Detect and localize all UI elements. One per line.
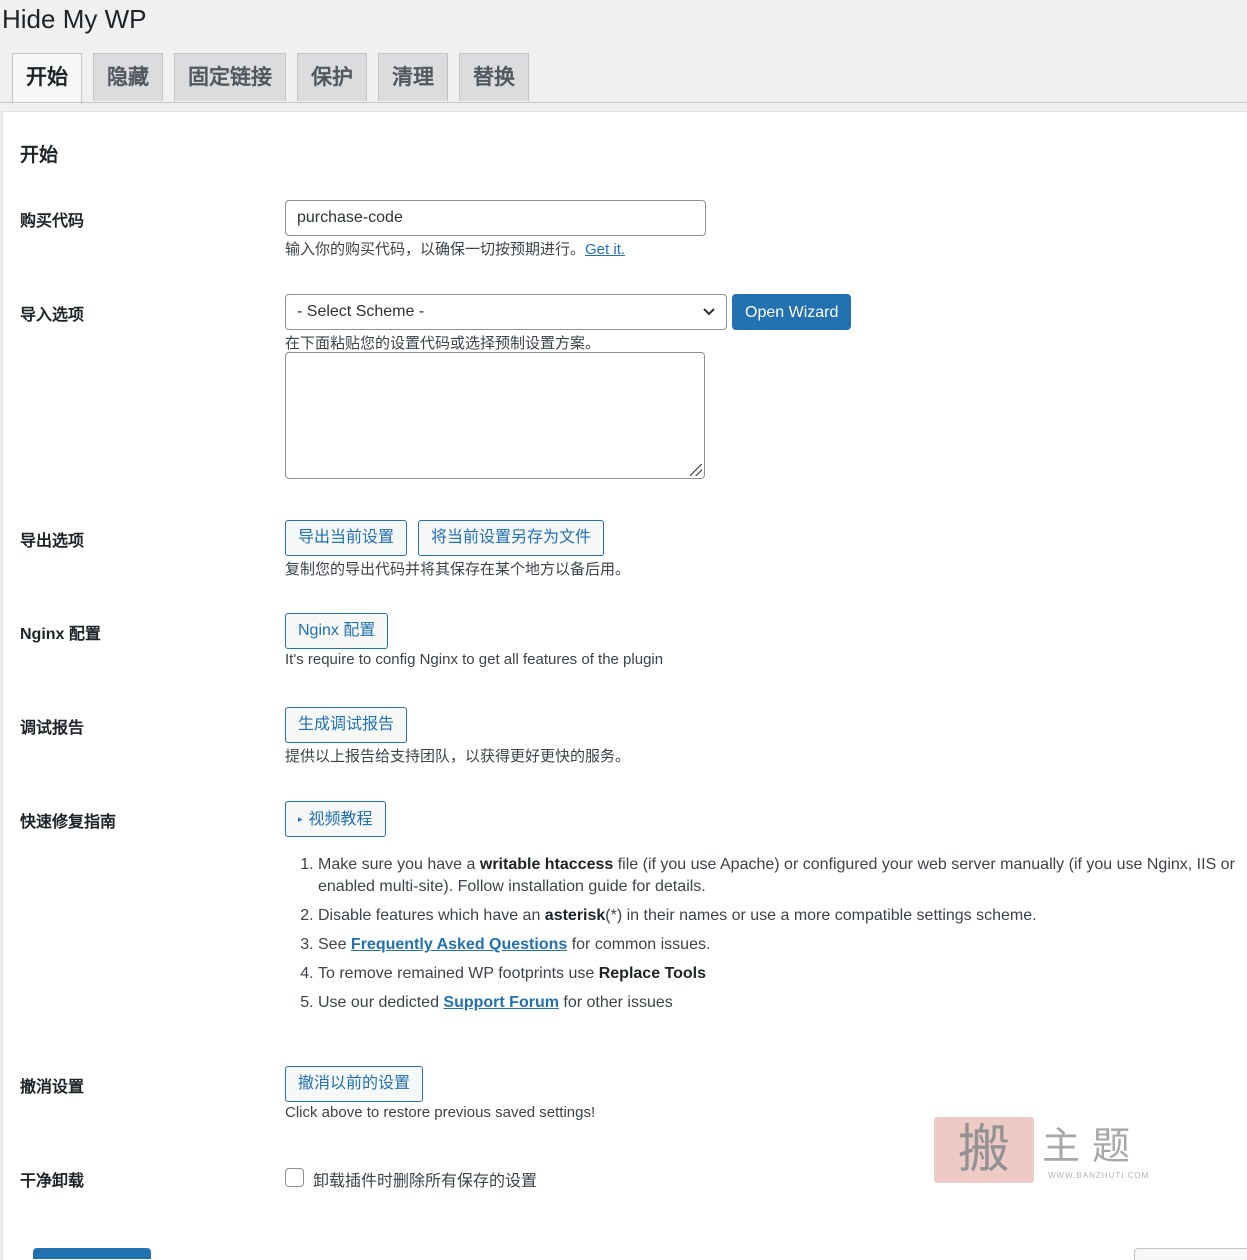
play-triangle-icon: ▸ xyxy=(298,814,303,824)
clean-uninstall-checkbox[interactable] xyxy=(285,1168,304,1187)
tab-cleanup[interactable]: 清理 xyxy=(378,53,448,101)
generate-debug-report-button[interactable]: 生成调试报告 xyxy=(285,707,408,743)
guide-text: Make sure you have a xyxy=(318,856,480,873)
undo-desc: Click above to restore previous saved se… xyxy=(285,1104,596,1121)
uninstall-label: 干净卸载 xyxy=(20,1173,85,1190)
tab-replace[interactable]: 替换 xyxy=(459,53,529,101)
guide-bold: asterisk xyxy=(544,907,606,924)
debug-desc: 提供以上报告给支持团队，以获得更好更快的服务。 xyxy=(285,748,631,765)
quickfix-guide-list: Make sure you have a writable htaccess f… xyxy=(300,854,1247,1021)
guide-text: for other issues xyxy=(558,994,673,1011)
scheme-select[interactable]: - Select Scheme - xyxy=(285,294,727,330)
import-desc: 在下面粘贴您的设置代码或选择预制设置方案。 xyxy=(285,335,601,352)
get-it-link[interactable]: Get it. xyxy=(585,241,625,258)
nginx-desc: It's require to config Nginx to get all … xyxy=(285,651,664,668)
secondary-button[interactable] xyxy=(1134,1248,1247,1260)
undo-label: 撤消设置 xyxy=(20,1079,85,1096)
clean-uninstall-checkbox-label[interactable]: 卸载插件时删除所有保存的设置 xyxy=(313,1167,537,1191)
open-wizard-button[interactable]: Open Wizard xyxy=(732,294,852,330)
guide-text: Use our dedicted xyxy=(318,994,444,1011)
chevron-down-icon xyxy=(702,295,716,341)
nginx-config-button[interactable]: Nginx 配置 xyxy=(285,613,389,649)
tab-permalinks[interactable]: 固定链接 xyxy=(174,53,286,101)
section-title: 开始 xyxy=(20,145,59,166)
watermark-text: 主题 xyxy=(1042,1124,1143,1168)
faq-link[interactable]: Frequently Asked Questions xyxy=(351,936,567,953)
guide-bold: Replace Tools xyxy=(598,965,707,982)
tab-hide[interactable]: 隐藏 xyxy=(93,53,163,101)
export-label: 导出选项 xyxy=(20,533,85,550)
save-settings-file-button[interactable]: 将当前设置另存为文件 xyxy=(418,520,605,556)
save-button[interactable] xyxy=(33,1248,151,1259)
export-desc: 复制您的导出代码并将其保存在某个地方以备后用。 xyxy=(285,561,631,578)
settings-code-textarea[interactable] xyxy=(285,352,705,479)
guide-text: To remove remained WP footprints use xyxy=(318,965,599,982)
guide-item: Use our dedicted Support Forum for other… xyxy=(318,992,1247,1014)
purchase-code-desc-text: 输入你的购买代码，以确保一切按预期进行。 xyxy=(285,241,586,258)
nginx-label: Nginx 配置 xyxy=(20,626,101,643)
tab-divider xyxy=(0,102,1247,103)
support-forum-link[interactable]: Support Forum xyxy=(443,994,559,1011)
quickfix-label: 快速修复指南 xyxy=(20,814,117,831)
tab-protect[interactable]: 保护 xyxy=(297,53,367,101)
tab-start[interactable]: 开始 xyxy=(12,53,82,104)
guide-text: for common issues. xyxy=(567,936,711,953)
purchase-code-desc: 输入你的购买代码，以确保一切按预期进行。Get it. xyxy=(285,238,625,259)
tab-bar: 开始 隐藏 固定链接 保护 清理 替换 xyxy=(12,53,529,104)
export-settings-button[interactable]: 导出当前设置 xyxy=(285,520,408,556)
watermark-logo: 搬 主题 WWW.BANZHUTI.COM xyxy=(934,1115,1164,1185)
guide-text: (*) in their names or use a more compati… xyxy=(605,907,1037,924)
import-label: 导入选项 xyxy=(20,307,85,324)
video-tutorial-label: 视频教程 xyxy=(308,811,373,828)
guide-item: Make sure you have a writable htaccess f… xyxy=(318,854,1247,898)
guide-item: To remove remained WP footprints use Rep… xyxy=(318,963,1247,985)
video-tutorial-button[interactable]: ▸ 视频教程 xyxy=(285,801,386,837)
scheme-select-value: - Select Scheme - xyxy=(297,303,425,320)
watermark-url: WWW.BANZHUTI.COM xyxy=(1048,1171,1150,1180)
settings-panel xyxy=(2,111,1247,1260)
guide-bold: writable htaccess xyxy=(479,856,614,873)
watermark-seal: 搬 xyxy=(934,1117,1034,1183)
purchase-code-label: 购买代码 xyxy=(20,213,85,230)
guide-item: Disable features which have an asterisk(… xyxy=(318,905,1247,927)
undo-settings-button[interactable]: 撤消以前的设置 xyxy=(285,1066,424,1102)
page-title: Hide My WP xyxy=(2,4,147,34)
guide-text: See xyxy=(318,936,351,953)
guide-item: See Frequently Asked Questions for commo… xyxy=(318,934,1247,956)
resize-handle-icon[interactable] xyxy=(690,464,702,476)
guide-text: Disable features which have an xyxy=(318,907,545,924)
purchase-code-input[interactable] xyxy=(285,200,706,236)
debug-label: 调试报告 xyxy=(20,720,85,737)
